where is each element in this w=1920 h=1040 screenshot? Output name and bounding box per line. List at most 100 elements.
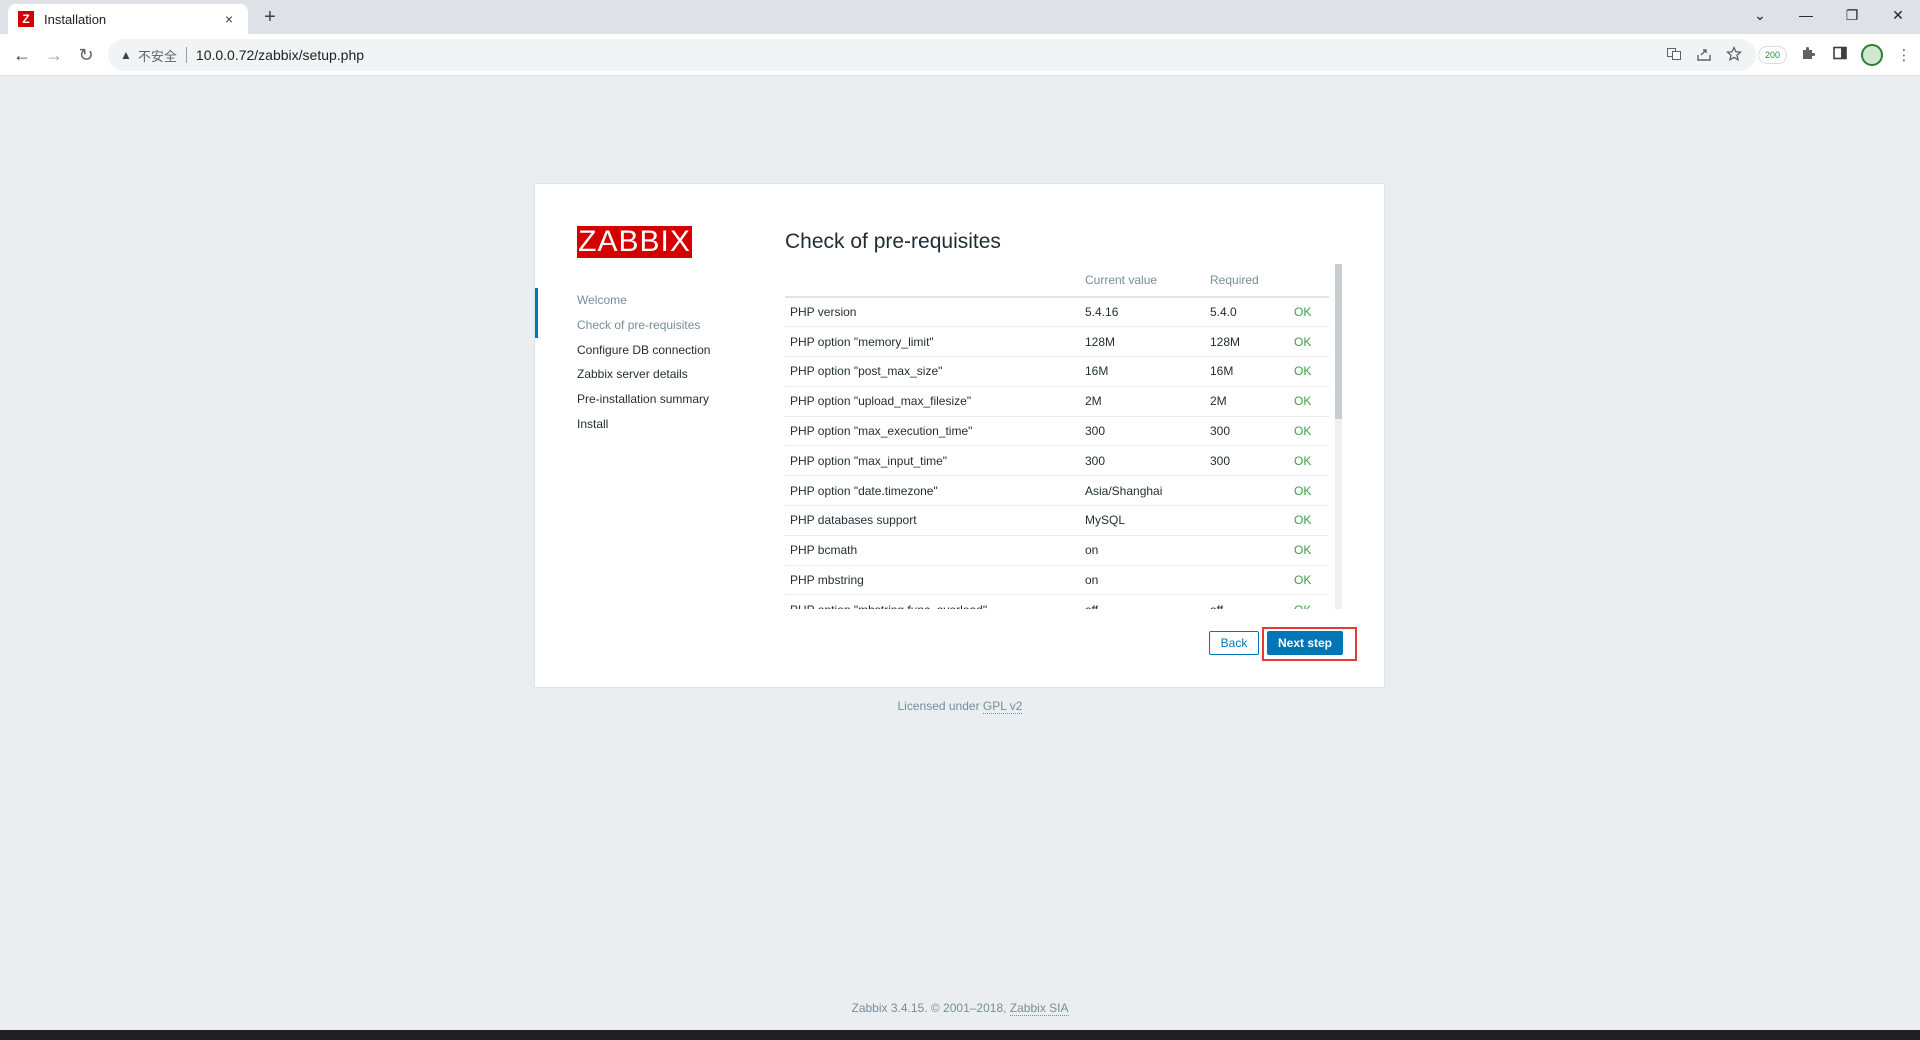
check-name: PHP version — [785, 297, 1080, 328]
step-welcome: Welcome — [577, 293, 627, 307]
required-value: 2M — [1205, 386, 1289, 417]
status-ok: OK — [1289, 505, 1329, 536]
current-value: on — [1080, 535, 1205, 566]
close-window-button[interactable]: ✕ — [1875, 0, 1920, 30]
translate-icon[interactable] — [1666, 46, 1682, 65]
required-value — [1205, 565, 1289, 596]
tab-search-dropdown-icon[interactable]: ⌄ — [1737, 0, 1783, 30]
sidebar-icon[interactable] — [1829, 45, 1851, 65]
table-row: PHP option "max_execution_time" 300 300 … — [785, 416, 1329, 447]
license-link[interactable]: GPL v2 — [982, 699, 1023, 714]
status-ok: OK — [1289, 356, 1329, 387]
required-value — [1205, 535, 1289, 566]
current-value: 300 — [1080, 416, 1205, 447]
setup-panel: ZABBIX Welcome Check of pre-requisites C… — [534, 183, 1385, 688]
puzzle-icon[interactable] — [1797, 45, 1819, 65]
table-scrollbar[interactable] — [1335, 264, 1342, 609]
setup-steps-list: Welcome Check of pre-requisites Configur… — [577, 292, 710, 441]
check-name: PHP bcmath — [785, 535, 1080, 566]
step-check-prerequisites: Check of pre-requisites — [577, 317, 701, 332]
table-row: PHP option "memory_limit" 128M 128M OK — [785, 326, 1329, 358]
required-value — [1205, 475, 1289, 507]
back-button[interactable]: Back — [1209, 631, 1259, 655]
status-ok: OK — [1289, 475, 1329, 507]
check-name: PHP databases support — [785, 505, 1080, 536]
page-title: Check of pre-requisites — [785, 230, 1001, 253]
check-name: PHP option "memory_limit" — [785, 326, 1080, 358]
zabbix-favicon-icon: Z — [18, 11, 34, 27]
step-install: Install — [577, 416, 609, 431]
required-value: 128M — [1205, 326, 1289, 358]
zabbix-logo: ZABBIX — [577, 225, 692, 258]
required-value: 300 — [1205, 445, 1289, 477]
star-icon[interactable] — [1725, 45, 1743, 65]
os-taskbar — [0, 1030, 1920, 1040]
browser-tab-strip: Z Installation × + ⌄ — ❐ ✕ — [0, 0, 1920, 34]
header-required: Required — [1205, 264, 1289, 298]
status-ok: OK — [1289, 386, 1329, 417]
table-row: PHP option "mbstring.func_overload" off … — [785, 594, 1329, 609]
current-value: on — [1080, 565, 1205, 596]
table-row: PHP version 5.4.16 5.4.0 OK — [785, 297, 1329, 328]
table-header-row: Current value Required — [785, 264, 1329, 298]
license-prefix: Licensed under — [897, 699, 983, 713]
tab-close-icon[interactable]: × — [220, 11, 238, 27]
profile-avatar[interactable] — [1861, 44, 1884, 66]
check-name: PHP option "date.timezone" — [785, 475, 1080, 507]
browser-toolbar: ← → ↻ ▲ 不安全 10.0.0.72/zabbix/setup.php 2… — [0, 34, 1920, 76]
warning-triangle-icon[interactable]: ▲ — [120, 48, 132, 62]
status-ok: OK — [1289, 535, 1329, 566]
restore-window-button[interactable]: ❐ — [1829, 0, 1875, 30]
extensions-area: 200 ⋮ — [1758, 41, 1915, 69]
required-value: 300 — [1205, 416, 1289, 447]
current-value: 128M — [1080, 326, 1205, 358]
current-value: 300 — [1080, 445, 1205, 477]
scrollbar-thumb[interactable] — [1335, 264, 1342, 419]
status-ok: OK — [1289, 416, 1329, 447]
minimize-window-button[interactable]: — — [1783, 0, 1829, 30]
current-value: Asia/Shanghai — [1080, 475, 1205, 507]
page-footer: Zabbix 3.4.15. © 2001–2018, Zabbix SIA — [0, 1001, 1920, 1016]
prerequisites-table-container[interactable]: Current value Required PHP version 5.4.1… — [785, 264, 1329, 609]
address-bar[interactable]: ▲ 不安全 10.0.0.72/zabbix/setup.php — [108, 39, 1756, 71]
table-row: PHP mbstring on OK — [785, 565, 1329, 596]
check-name: PHP option "upload_max_filesize" — [785, 386, 1080, 417]
share-icon[interactable] — [1696, 46, 1712, 65]
current-value: 2M — [1080, 386, 1205, 417]
header-check — [785, 264, 1080, 298]
check-name: PHP option "post_max_size" — [785, 356, 1080, 387]
check-name: PHP option "max_execution_time" — [785, 416, 1080, 447]
required-value: off — [1205, 594, 1289, 609]
url-text[interactable]: 10.0.0.72/zabbix/setup.php — [196, 47, 364, 63]
prerequisites-table: Current value Required PHP version 5.4.1… — [785, 264, 1329, 609]
current-value: MySQL — [1080, 505, 1205, 536]
current-value: 5.4.16 — [1080, 297, 1205, 328]
table-row: PHP option "post_max_size" 16M 16M OK — [785, 356, 1329, 387]
required-value: 5.4.0 — [1205, 297, 1289, 328]
extension-badge[interactable]: 200 — [1758, 46, 1788, 64]
status-ok: OK — [1289, 297, 1329, 328]
status-ok: OK — [1289, 445, 1329, 477]
current-value: 16M — [1080, 356, 1205, 387]
table-row: PHP option "date.timezone" Asia/Shanghai… — [785, 475, 1329, 507]
forward-arrow-icon[interactable]: → — [40, 41, 68, 69]
footer-link[interactable]: Zabbix SIA — [1009, 1001, 1069, 1016]
header-status — [1289, 264, 1329, 298]
footer-copyright: Zabbix 3.4.15. © 2001–2018, — [851, 1001, 1010, 1015]
table-row: PHP option "max_input_time" 300 300 OK — [785, 445, 1329, 477]
back-arrow-icon[interactable]: ← — [8, 41, 36, 69]
address-separator — [185, 47, 187, 63]
browser-tab[interactable]: Z Installation × — [8, 4, 248, 34]
table-row: PHP bcmath on OK — [785, 535, 1329, 566]
kebab-menu-icon[interactable]: ⋮ — [1893, 46, 1915, 64]
reload-icon[interactable]: ↻ — [72, 41, 100, 69]
step-configure-db: Configure DB connection — [577, 342, 711, 357]
security-status-label[interactable]: 不安全 — [138, 46, 177, 65]
omnibox-icons — [1666, 39, 1743, 71]
next-step-button[interactable]: Next step — [1267, 631, 1343, 655]
new-tab-button[interactable]: + — [258, 5, 282, 29]
table-row: PHP option "upload_max_filesize" 2M 2M O… — [785, 386, 1329, 417]
current-step-indicator — [535, 288, 538, 338]
check-name: PHP mbstring — [785, 565, 1080, 596]
status-ok: OK — [1289, 565, 1329, 596]
